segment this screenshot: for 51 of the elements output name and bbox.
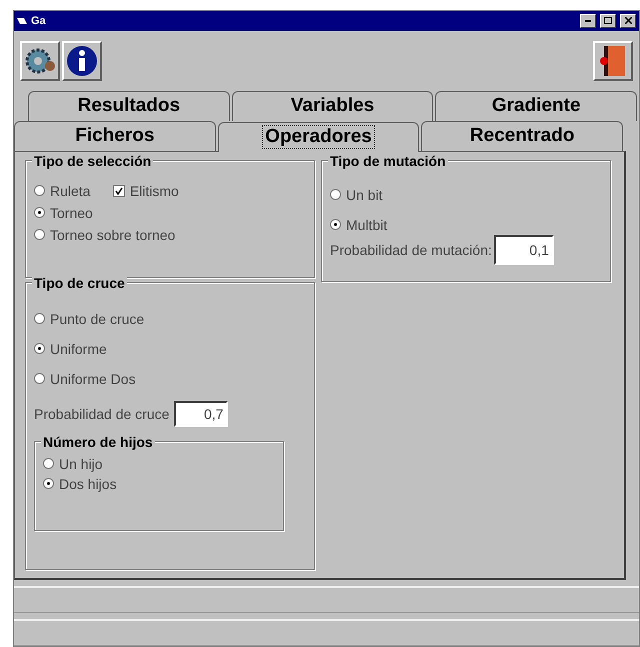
radio-button[interactable] [34, 207, 45, 218]
radio-button[interactable] [43, 458, 54, 470]
option-label: Torneo sobre torneo [50, 226, 176, 243]
info-icon [66, 44, 98, 77]
input-field[interactable]: 0,1 [494, 234, 554, 265]
checkbox-label: Elitismo [130, 182, 179, 199]
radio-button[interactable] [34, 185, 45, 196]
maximize-button[interactable] [600, 14, 616, 28]
checkmark-icon [114, 186, 123, 195]
door-icon [599, 44, 627, 78]
input-field[interactable]: 0,7 [174, 400, 228, 427]
option-label: Ruleta [50, 182, 90, 199]
radio-button[interactable] [34, 229, 45, 240]
exit-button[interactable] [593, 40, 633, 81]
option-label: Uniforme [50, 340, 107, 357]
minimize-button[interactable] [580, 14, 596, 28]
option-label: Uniforme Dos [50, 370, 136, 387]
radio-button[interactable] [330, 219, 341, 230]
tab[interactable]: Recentrado [421, 120, 624, 151]
radio-button[interactable] [34, 373, 45, 384]
option-label: Un hijo [59, 456, 103, 472]
field-label: Probabilidad de cruce [34, 406, 170, 422]
minimize-icon [585, 20, 591, 22]
option-label: Multbit [346, 216, 388, 233]
tab[interactable]: Ficheros [14, 120, 216, 151]
field-label: Probabilidad de mutación: [330, 242, 492, 258]
tab[interactable]: Variables [232, 90, 434, 121]
app-icon [17, 16, 27, 26]
radio-button[interactable] [43, 478, 54, 490]
gear-button[interactable] [20, 40, 60, 81]
window-title: Ga [31, 14, 46, 27]
group-title: Número de hijos [41, 434, 155, 450]
group-title: Tipo de selección [32, 152, 154, 169]
radio-button[interactable] [34, 313, 45, 324]
checkbox[interactable] [112, 184, 125, 197]
option-label: Un bit [346, 186, 383, 203]
option-label: Dos hijos [59, 476, 117, 492]
close-icon [624, 17, 632, 24]
option-label: Torneo [50, 204, 93, 221]
info-button[interactable] [62, 40, 102, 81]
tab[interactable]: Gradiente [435, 90, 638, 121]
tab[interactable]: Operadores [218, 122, 420, 152]
group-title: Tipo de cruce [32, 274, 127, 291]
group-title: Tipo de mutación [328, 152, 448, 169]
radio-button[interactable] [330, 189, 341, 200]
close-button[interactable] [620, 14, 636, 28]
radio-button[interactable] [34, 343, 45, 354]
option-label: Punto de cruce [50, 310, 144, 327]
gear-icon [24, 46, 56, 76]
tab[interactable]: Resultados [28, 90, 230, 121]
maximize-icon [604, 17, 612, 24]
